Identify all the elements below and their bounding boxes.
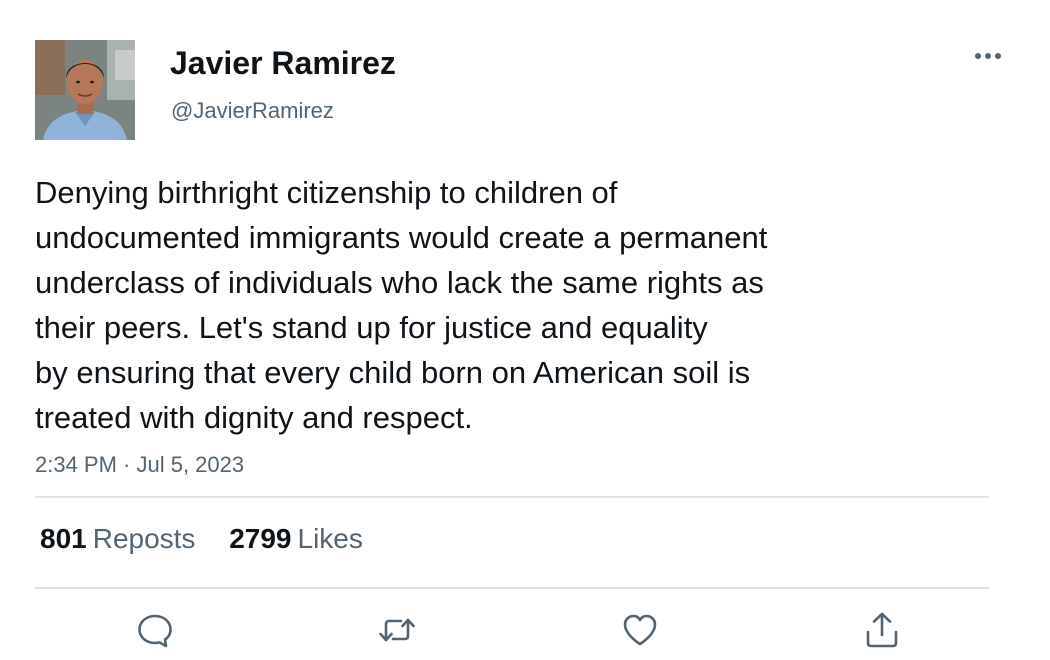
profile-photo-icon (35, 40, 135, 140)
tweet-text-line: underclass of individuals who lack the s… (35, 265, 764, 300)
speech-bubble-icon (138, 614, 172, 648)
tweet-text-line: undocumented immigrants would create a p… (35, 220, 768, 255)
tweet-text: Denying birthright citizenship to childr… (35, 170, 915, 440)
share-button[interactable] (862, 610, 902, 650)
reply-button[interactable] (135, 610, 175, 650)
repost-arrows-icon (379, 618, 415, 642)
likes-stat[interactable]: 2799 Likes (229, 522, 363, 556)
divider (35, 496, 989, 498)
likes-label: Likes (297, 523, 363, 554)
reposts-stat[interactable]: 801 Reposts (40, 522, 195, 556)
display-name[interactable]: Javier Ramirez (170, 44, 396, 82)
likes-count: 2799 (229, 523, 292, 554)
tweet-text-line: their peers. Let's stand up for justice … (35, 310, 708, 345)
user-handle[interactable]: @JavierRamirez (171, 97, 334, 125)
share-upload-icon (866, 612, 898, 648)
timestamp[interactable]: 2:34 PM · Jul 5, 2023 (35, 451, 244, 479)
tweet-text-line: treated with dignity and respect. (35, 400, 473, 435)
tweet-card: Javier Ramirez @JavierRamirez Denying bi… (0, 0, 1050, 660)
heart-icon (623, 614, 657, 646)
tweet-text-line: by ensuring that every child born on Ame… (35, 355, 751, 390)
more-options-icon[interactable] (972, 46, 1004, 66)
reposts-count: 801 (40, 523, 87, 554)
avatar[interactable] (35, 40, 135, 140)
like-button[interactable] (620, 610, 660, 650)
tweet-text-line: Denying birthright citizenship to childr… (35, 175, 618, 210)
reposts-label: Reposts (92, 523, 196, 554)
engagement-stats: 801 Reposts 2799 Likes (40, 522, 389, 556)
divider (35, 587, 989, 589)
repost-button[interactable] (377, 610, 417, 650)
